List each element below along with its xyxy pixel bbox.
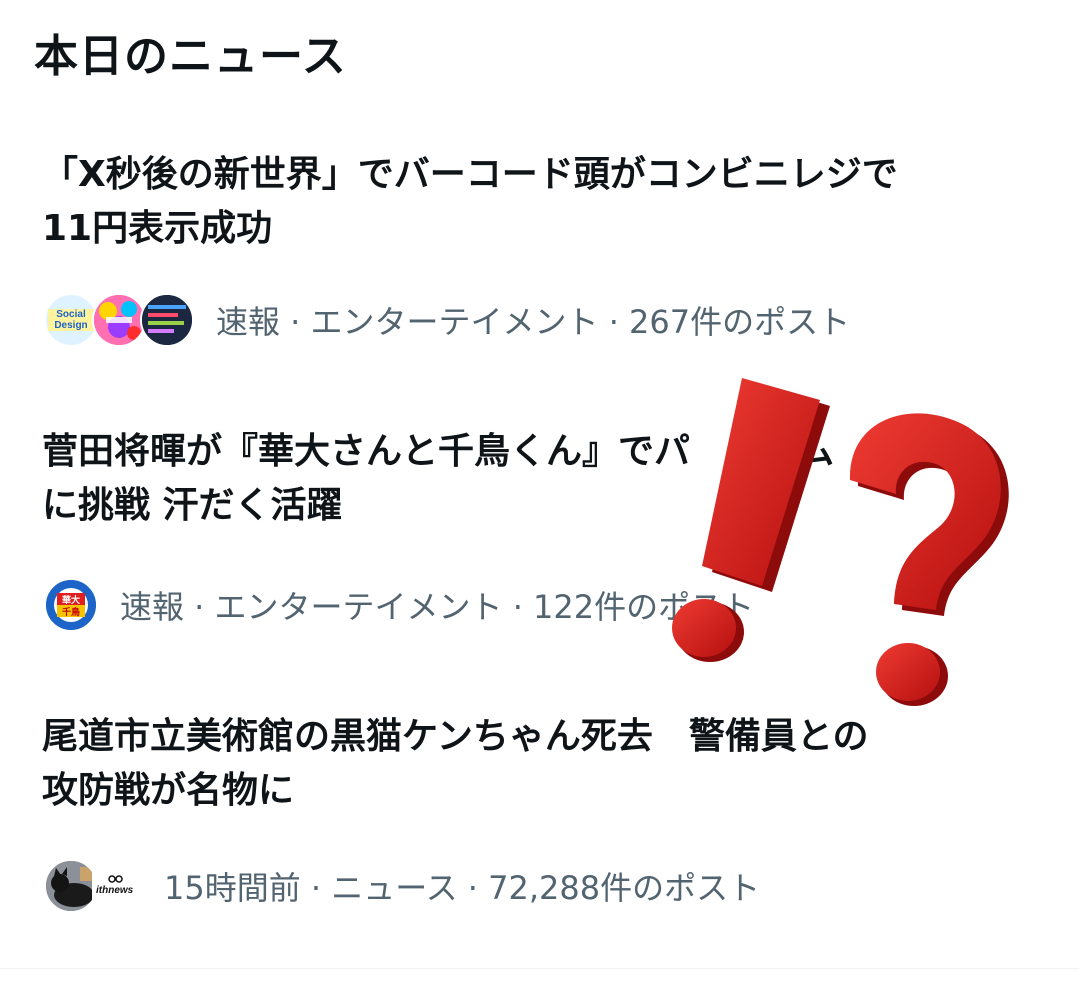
avatar-group: ithnews bbox=[44, 859, 142, 913]
news-meta-text: 速報 · エンターテイメント · 122件のポスト bbox=[120, 588, 755, 626]
page-title: 本日のニュース bbox=[34, 31, 347, 82]
news-meta: Social Design 速報 · エンターテイメント · 267件のポスト bbox=[44, 290, 850, 350]
news-meta-text: 15時間前 · ニュース · 72,288件のポスト bbox=[164, 869, 761, 907]
svg-text:Design: Design bbox=[54, 320, 87, 331]
svg-text:Social: Social bbox=[56, 309, 86, 320]
svg-text:千鳥: 千鳥 bbox=[62, 606, 80, 618]
news-headline: 「X秒後の新世界」でバーコード頭がコンビニレジで 11円表示成功 bbox=[42, 154, 898, 249]
social-design-avatar: Social Design bbox=[44, 293, 98, 347]
avatar-group: Social Design bbox=[44, 293, 194, 347]
news-meta: ithnews 15時間前 · ニュース · 72,288件のポスト bbox=[44, 856, 760, 916]
ithnews-logo: ithnews bbox=[92, 859, 142, 913]
news-item[interactable]: 尾道市立美術館の黒猫ケンちゃん死去 警備員との攻防戦が名物に ithnews bbox=[0, 710, 1079, 940]
svg-text:ithnews: ithnews bbox=[96, 885, 134, 896]
avatar-group: 華大 千鳥 bbox=[44, 578, 98, 632]
news-meta-text: 速報 · エンターテイメント · 267件のポスト bbox=[216, 303, 851, 341]
news-headline: 菅田将暉が『華大さんと千鳥くん』でパ ー ムに挑戦 汗だく活躍 bbox=[42, 431, 835, 526]
cat-avatar bbox=[44, 859, 98, 913]
news-item[interactable]: 「X秒後の新世界」でバーコード頭がコンビニレジで 11円表示成功 Social D… bbox=[0, 140, 1079, 360]
bottom-divider bbox=[0, 968, 1079, 969]
news-item[interactable]: 菅田将暉が『華大さんと千鳥くん』でパ ー ムに挑戦 汗だく活躍 華大 千鳥 速報… bbox=[0, 425, 1079, 645]
colorful-avatar bbox=[92, 293, 146, 347]
screen-avatar bbox=[140, 293, 194, 347]
svg-text:華大: 華大 bbox=[62, 594, 80, 606]
news-meta: 華大 千鳥 速報 · エンターテイメント · 122件のポスト bbox=[44, 575, 754, 635]
show-logo-avatar: 華大 千鳥 bbox=[44, 578, 98, 632]
news-headline: 尾道市立美術館の黒猫ケンちゃん死去 警備員との 攻防戦が名物に bbox=[42, 716, 869, 811]
